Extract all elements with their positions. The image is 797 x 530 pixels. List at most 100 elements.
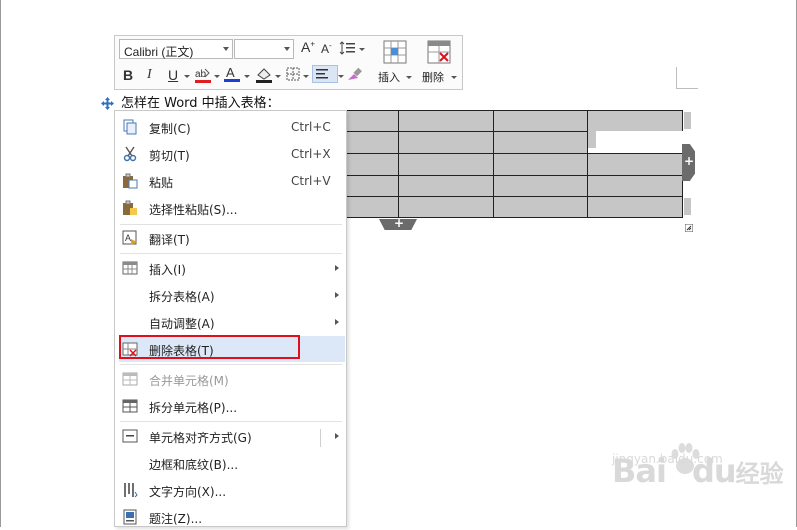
shortcut-label: Ctrl+C [291,120,331,134]
table-insert-icon [122,260,138,276]
grow-font-icon[interactable]: A+ [301,39,315,55]
table-column-border [398,110,399,218]
chevron-down-icon[interactable] [451,76,457,79]
end-of-row-mark [684,112,691,129]
font-color-icon[interactable]: A [224,65,240,86]
menu-item-borders-shading[interactable]: 边框和底纹(B)... [119,450,345,476]
menu-item-copy[interactable]: 复制(C) Ctrl+C [119,114,345,140]
line-spacing-icon[interactable] [339,41,359,58]
menu-item-label: 文字方向(X)... [149,485,227,499]
cell-align-icon [122,428,138,444]
plus-icon: + [684,154,695,168]
bold-button[interactable]: B [123,67,133,83]
menu-item-cell-alignment[interactable]: 单元格对齐方式(G) [119,423,345,449]
text-direction-icon [122,482,138,498]
translate-icon: A [122,230,138,246]
table-cell-empty [588,131,683,153]
font-size-combo[interactable] [234,39,294,59]
menu-item-cut[interactable]: 剪切(T) Ctrl+X [119,141,345,167]
shading-icon[interactable] [255,66,273,87]
paste-special-icon [122,200,138,216]
end-of-row-mark [684,198,691,215]
menu-item-autofit[interactable]: 自动调整(A) [119,309,345,335]
chevron-right-icon [335,319,339,325]
italic-button[interactable]: I [147,67,152,83]
menu-separator [120,364,342,365]
mini-toolbar: Calibri (正文) A+ A- B I U ab A 插入 删除 [114,35,463,90]
table-column-border [493,110,494,218]
menu-item-paste-special[interactable]: 选择性粘贴(S)... [119,195,345,221]
chevron-right-icon [335,265,339,271]
menu-item-merge-cells[interactable]: 合并单元格(M) [119,366,345,392]
chevron-down-icon[interactable] [303,75,309,78]
table-delete-icon[interactable] [427,40,451,67]
menu-separator [120,253,342,254]
plus-icon: + [394,216,405,230]
copy-icon [122,119,138,135]
table-move-handle-icon[interactable] [101,97,114,110]
menu-item-split-cells[interactable]: 拆分单元格(P)... [119,393,345,419]
chevron-right-icon [335,433,339,439]
menu-item-paste[interactable]: 粘贴 Ctrl+V [119,168,345,194]
chevron-down-icon[interactable] [244,75,250,78]
menu-item-caption[interactable]: 题注(Z)... [119,504,345,530]
menu-item-delete-table[interactable]: 删除表格(T) [119,335,345,362]
table-resize-handle-icon[interactable] [684,221,694,233]
document-paragraph[interactable]: 怎样在 Word 中插入表格： [121,92,280,111]
menu-item-label: 选择性粘贴(S)... [149,203,238,217]
format-painter-icon[interactable] [346,66,362,85]
page-margin-corner [676,67,698,89]
add-row-button[interactable]: + [379,219,417,230]
chevron-down-icon[interactable] [284,47,290,51]
chevron-down-icon[interactable] [359,48,365,51]
font-name-value: Calibri (正文) [124,45,194,59]
chevron-down-icon[interactable] [223,47,229,51]
chevron-down-icon[interactable] [275,75,281,78]
underline-button[interactable]: U [168,67,178,83]
delete-button[interactable]: 删除 [422,69,444,85]
table-column-border [587,110,588,218]
insert-button[interactable]: 插入 [378,69,400,85]
chevron-down-icon[interactable] [214,75,220,78]
chevron-down-icon[interactable] [338,75,344,78]
font-name-combo[interactable]: Calibri (正文) [119,39,233,59]
svg-text:A: A [226,65,235,80]
menu-item-label: 粘贴 [149,176,174,190]
highlight-icon[interactable]: ab [194,66,212,87]
end-of-row-mark [588,131,596,148]
shrink-font-icon[interactable]: A- [321,41,332,56]
menu-item-label: 删除表格(T) [149,344,214,358]
menu-item-split-table[interactable]: 拆分表格(A) [119,282,345,308]
table-insert-icon[interactable] [383,40,407,67]
shortcut-label: Ctrl+V [291,174,331,188]
scissors-icon [122,146,138,162]
svg-text:A: A [125,233,131,243]
chevron-right-icon [335,292,339,298]
menu-item-label: 剪切(T) [149,149,190,163]
shortcut-label: Ctrl+X [291,147,331,161]
menu-item-label: 自动调整(A) [149,317,215,331]
caption-icon [122,509,138,525]
menu-item-label: 插入(I) [149,263,186,277]
border-icon[interactable] [286,67,300,84]
paste-icon [122,173,138,189]
menu-separator [120,421,342,422]
menu-item-label: 单元格对齐方式(G) [149,431,252,445]
chevron-down-icon[interactable] [406,76,412,79]
page-border-left [0,0,1,527]
chevron-down-icon[interactable] [184,75,190,78]
align-button[interactable] [312,65,338,83]
merge-cells-icon [122,371,138,387]
menu-item-label: 拆分单元格(P)... [149,401,238,415]
table-delete-icon [122,341,138,357]
menu-item-label: 复制(C) [149,122,191,136]
menu-item-label: 边框和底纹(B)... [149,458,239,472]
menu-item-text-direction[interactable]: 文字方向(X)... [119,477,345,503]
watermark-url: jingyan.baidu.com [612,452,723,466]
menu-item-translate[interactable]: A 翻译(T) [119,225,345,251]
table-row [347,131,588,132]
context-menu: 复制(C) Ctrl+C 剪切(T) Ctrl+X 粘贴 Ctrl+V 选择性粘… [114,110,347,527]
menu-item-insert[interactable]: 插入(I) [119,255,345,281]
menu-item-label: 合并单元格(M) [149,374,229,388]
add-column-button[interactable]: + [682,144,695,181]
